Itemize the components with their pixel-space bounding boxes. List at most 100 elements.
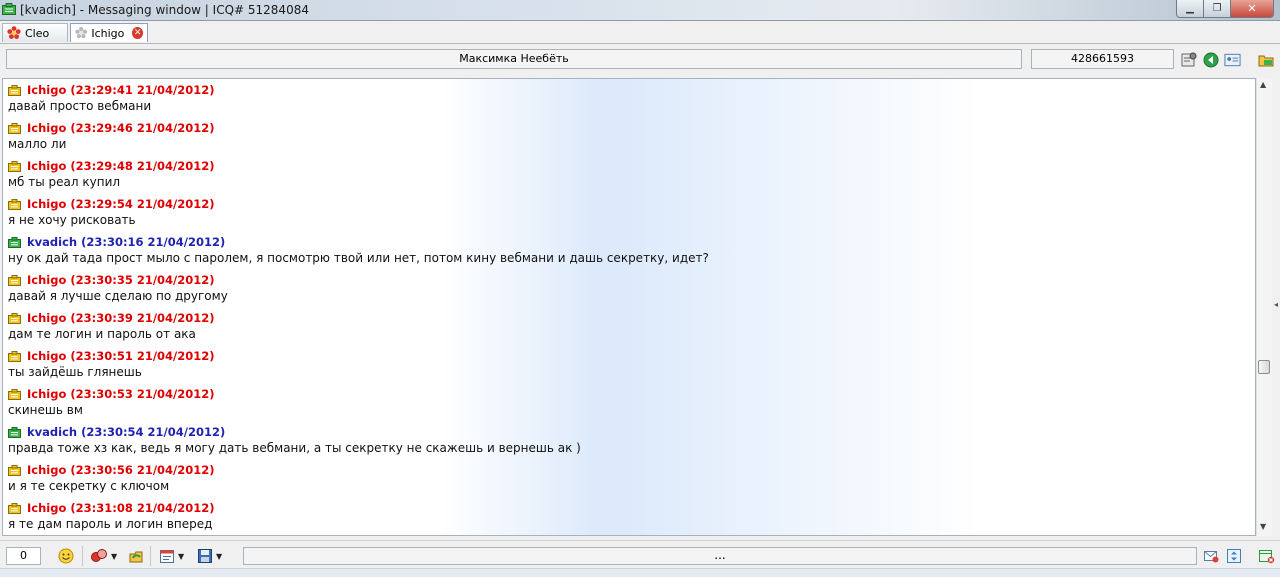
message-item: Ichigo (23:30:53 21/04/2012) скинешь вм <box>3 383 1255 421</box>
tab-cleo[interactable]: Cleo <box>2 23 68 42</box>
message-text: скинешь вм <box>8 403 83 417</box>
message-header: Ichigo (23:29:48 21/04/2012) <box>8 158 215 174</box>
message-text: и я те секретку с ключом <box>8 479 170 493</box>
tab-ichigo[interactable]: Ichigo ✕ <box>70 23 148 42</box>
save-icon[interactable]: ▼ <box>197 547 222 565</box>
message-header: Ichigo (23:30:51 21/04/2012) <box>8 348 215 364</box>
smiley-icon[interactable] <box>58 547 74 565</box>
message-sender: Ichigo (23:31:08 21/04/2012) <box>27 501 215 515</box>
message-sender: Ichigo (23:30:39 21/04/2012) <box>27 311 215 325</box>
message-sender: Ichigo (23:29:41 21/04/2012) <box>27 83 215 97</box>
message-item: Ichigo (23:30:51 21/04/2012) ты зайдёшь г… <box>3 345 1255 383</box>
message-text: давай просто вебмани <box>8 99 152 113</box>
message-log[interactable]: Ichigo (23:29:41 21/04/2012) давай просто… <box>2 78 1256 536</box>
message-header: Ichigo (23:30:53 21/04/2012) <box>8 386 215 402</box>
scroll-down-arrow[interactable]: ▼ <box>1260 522 1266 531</box>
message-sender: kvadich (23:30:54 21/04/2012) <box>27 425 226 439</box>
message-header: Ichigo (23:30:35 21/04/2012) <box>8 272 215 288</box>
maximize-button[interactable]: ❐ <box>1204 0 1231 18</box>
tab-label: Ichigo <box>91 26 125 40</box>
toolbar-separator <box>150 546 151 566</box>
online-status-icon[interactable] <box>1202 51 1219 68</box>
tab-bar: Cleo Ichigo ✕ <box>0 21 1280 44</box>
message-text: мб ты реал купил <box>8 175 121 189</box>
message-text: ты зайдёшь глянешь <box>8 365 142 379</box>
chevron-down-icon[interactable]: ▼ <box>111 552 117 561</box>
message-item: Ichigo (23:30:56 21/04/2012) и я те секре… <box>3 459 1255 497</box>
close-window-icon[interactable] <box>1258 547 1275 565</box>
calendar-icon[interactable]: ▼ <box>159 547 184 565</box>
message-text: правда тоже хз как, ведь я могу дать веб… <box>8 441 581 455</box>
log-scrollbar[interactable]: ▲ ▼ <box>1256 78 1272 536</box>
message-item: Ichigo (23:30:35 21/04/2012) давай я лучш… <box>3 269 1255 307</box>
incoming-message-icon <box>8 198 21 210</box>
message-text: ну ок дай тада прост мыло с паролем, я п… <box>8 251 709 265</box>
send-file-icon[interactable] <box>128 547 144 565</box>
message-sender: Ichigo (23:29:46 21/04/2012) <box>27 121 215 135</box>
message-header: kvadich (23:30:16 21/04/2012) <box>8 234 225 250</box>
message-item: Ichigo (23:29:48 21/04/2012) мб ты реал к… <box>3 155 1255 193</box>
message-text: давай я лучше сделаю по другому <box>8 289 228 303</box>
send-icon[interactable] <box>1203 547 1219 565</box>
message-item: Ichigo (23:29:41 21/04/2012) давай просто… <box>3 79 1255 117</box>
nudge-icon[interactable]: ▼ <box>90 547 117 565</box>
toolbar-separator <box>82 546 83 566</box>
scroll-thumb[interactable] <box>1258 360 1270 374</box>
message-item: kvadich (23:30:54 21/04/2012) правда тоже… <box>3 421 1255 459</box>
incoming-message-icon <box>8 464 21 476</box>
message-sender: Ichigo (23:30:51 21/04/2012) <box>27 349 215 363</box>
message-text: я те дам пароль и логин вперед <box>8 517 213 531</box>
outgoing-message-icon <box>8 426 21 438</box>
splitter-arrow-icon[interactable]: ◂ <box>1274 300 1278 309</box>
close-icon[interactable]: ✕ <box>132 27 143 39</box>
history-icon[interactable] <box>1257 51 1274 68</box>
scroll-up-arrow[interactable]: ▲ <box>1260 80 1266 89</box>
message-text: малло ли <box>8 137 67 151</box>
history-scroll-icon[interactable] <box>1226 547 1242 565</box>
incoming-message-icon <box>8 388 21 400</box>
incoming-message-icon <box>8 84 21 96</box>
message-sender: kvadich (23:30:16 21/04/2012) <box>27 235 226 249</box>
window-controls: ▁ ❐ ✕ <box>1176 0 1274 18</box>
message-header: Ichigo (23:31:08 21/04/2012) <box>8 500 215 516</box>
contact-name-field[interactable]: Максимка Неебёть <box>6 49 1022 69</box>
message-text: я не хочу рисковать <box>8 213 136 227</box>
message-header: Ichigo (23:30:39 21/04/2012) <box>8 310 215 326</box>
char-counter: 0 <box>6 547 41 565</box>
settings-icon[interactable] <box>1180 51 1197 68</box>
incoming-message-icon <box>8 160 21 172</box>
input-toolbar: 0 ▼ ▼ ▼ ... <box>0 540 1280 569</box>
close-button[interactable]: ✕ <box>1231 0 1274 18</box>
message-header: Ichigo (23:30:56 21/04/2012) <box>8 462 215 478</box>
message-sender: Ichigo (23:30:35 21/04/2012) <box>27 273 215 287</box>
outgoing-message-icon <box>8 236 21 248</box>
incoming-message-icon <box>8 274 21 286</box>
flower-icon-gray <box>75 26 88 39</box>
tab-label: Cleo <box>25 26 50 40</box>
message-header: Ichigo (23:29:41 21/04/2012) <box>8 82 215 98</box>
message-sender: Ichigo (23:29:54 21/04/2012) <box>27 197 215 211</box>
message-item: Ichigo (23:30:39 21/04/2012) дам те логин… <box>3 307 1255 345</box>
user-details-icon[interactable] <box>1224 51 1241 68</box>
message-list: Ichigo (23:29:41 21/04/2012) давай просто… <box>3 79 1255 535</box>
message-item: Ichigo (23:29:54 21/04/2012) я не хочу ри… <box>3 193 1255 231</box>
message-item: Ichigo (23:29:46 21/04/2012) малло ли <box>3 117 1255 155</box>
message-header: kvadich (23:30:54 21/04/2012) <box>8 424 225 440</box>
contact-uin-field[interactable]: 428661593 <box>1031 49 1174 69</box>
message-header: Ichigo (23:29:46 21/04/2012) <box>8 120 215 136</box>
message-sender: Ichigo (23:29:48 21/04/2012) <box>27 159 215 173</box>
chevron-down-icon[interactable]: ▼ <box>216 552 222 561</box>
message-header: Ichigo (23:29:54 21/04/2012) <box>8 196 215 212</box>
title-bar: [kvadich] - Messaging window | ICQ# 5128… <box>0 0 1280 21</box>
message-sender: Ichigo (23:30:56 21/04/2012) <box>27 463 215 477</box>
incoming-message-icon <box>8 122 21 134</box>
incoming-message-icon <box>8 350 21 362</box>
status-field: ... <box>243 547 1197 565</box>
window-title: [kvadich] - Messaging window | ICQ# 5128… <box>20 3 309 17</box>
message-item: kvadich (23:30:16 21/04/2012) ну ок дай т… <box>3 231 1255 269</box>
minimize-button[interactable]: ▁ <box>1176 0 1204 18</box>
incoming-message-icon <box>8 502 21 514</box>
incoming-message-icon <box>8 312 21 324</box>
message-sender: Ichigo (23:30:53 21/04/2012) <box>27 387 215 401</box>
chevron-down-icon[interactable]: ▼ <box>178 552 184 561</box>
